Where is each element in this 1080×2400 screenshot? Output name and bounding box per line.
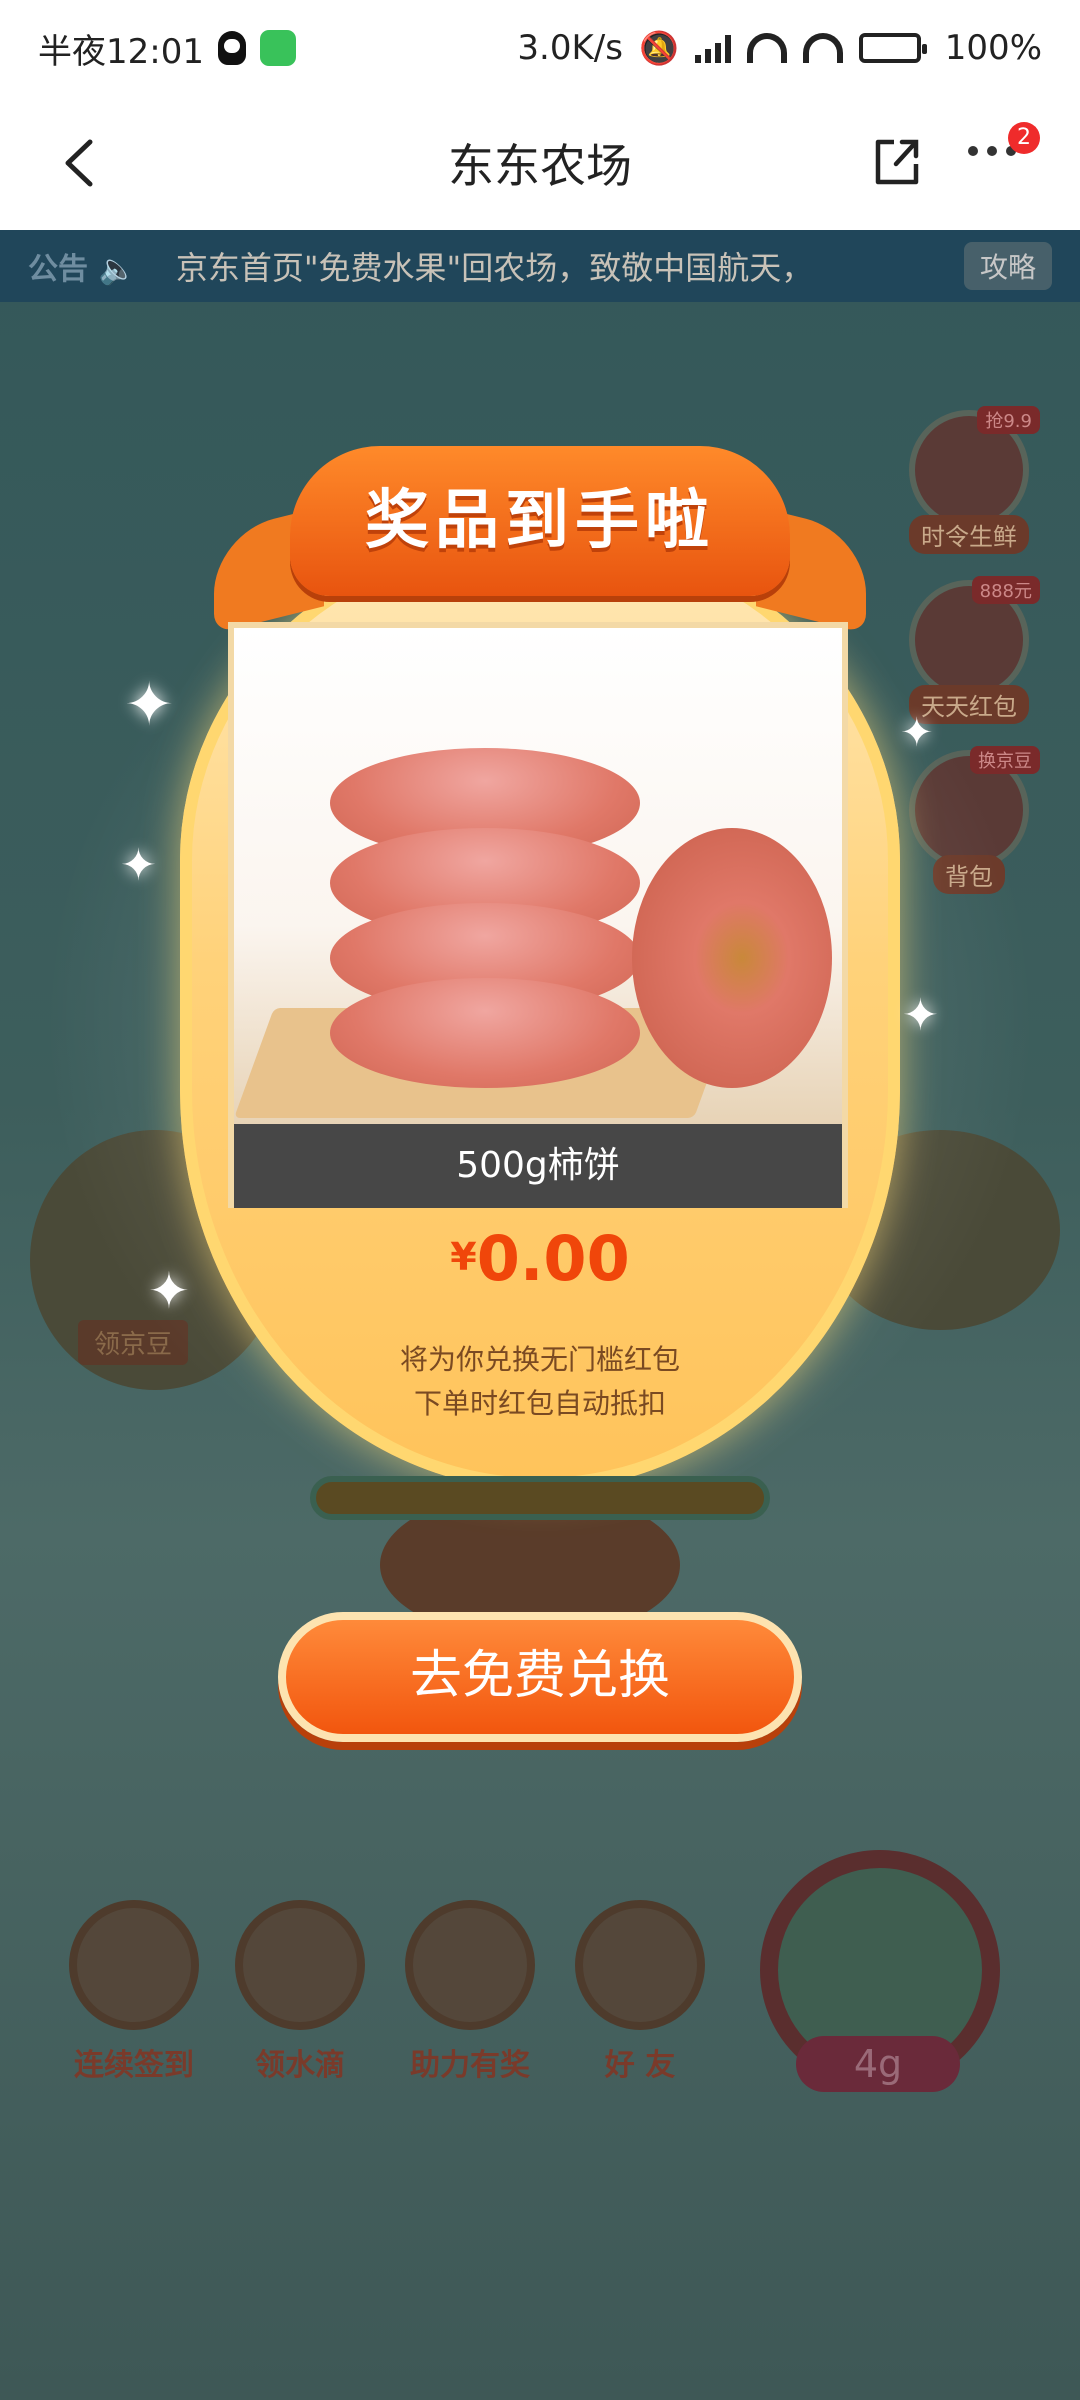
persimmon-cake bbox=[330, 978, 640, 1088]
battery-icon bbox=[858, 33, 927, 63]
water-amount: 4g bbox=[796, 2036, 960, 2092]
friends-icon bbox=[575, 1900, 705, 2030]
product-photo-frame: 500g柿饼 bbox=[228, 622, 848, 1208]
side-item-fresh[interactable]: 抢9.9 时令生鲜 bbox=[904, 406, 1040, 554]
price-value: 0.00 bbox=[476, 1222, 630, 1295]
title-bar: 东东农场 2 bbox=[0, 96, 1080, 230]
product-name: 500g柿饼 bbox=[234, 1124, 842, 1208]
currency-symbol: ¥ bbox=[450, 1235, 477, 1279]
status-time: 半夜12:01 bbox=[38, 31, 204, 72]
dock-friends[interactable]: 好 友 bbox=[570, 1900, 710, 2084]
free-redeem-button[interactable]: 去免费兑换 bbox=[278, 1612, 802, 1742]
water-drop-icon bbox=[235, 1900, 365, 2030]
dock-label: 助力有奖 bbox=[410, 2048, 530, 2083]
signal-icon bbox=[694, 33, 731, 63]
battery-level: 100% bbox=[944, 28, 1042, 68]
prize-price: ¥0.00 bbox=[180, 1222, 900, 1295]
calendar-icon bbox=[69, 1900, 199, 2030]
desc-line-1: 将为你兑换无门槛红包 bbox=[399, 1343, 680, 1376]
prize-description: 将为你兑换无门槛红包 下单时红包自动抵扣 bbox=[180, 1338, 900, 1426]
side-label: 时令生鲜 bbox=[909, 515, 1029, 554]
sparkle-icon: ✦ bbox=[124, 670, 175, 740]
chevron-left-icon[interactable] bbox=[60, 138, 100, 188]
guide-button[interactable]: 攻略 bbox=[963, 242, 1052, 290]
notice-text: 京东首页"免费水果"回农场，致敬中国航天， bbox=[175, 249, 814, 287]
sparkle-icon: ✦ bbox=[120, 840, 157, 891]
dock-assist[interactable]: 助力有奖 bbox=[400, 1900, 540, 2084]
dock-water[interactable]: 领水滴 bbox=[230, 1900, 370, 2084]
sparkle-icon: ✦ bbox=[900, 710, 934, 756]
status-bar: 半夜12:01 3.0K/s 🔕 100% bbox=[0, 0, 1080, 96]
side-tag: 换京豆 bbox=[970, 746, 1040, 774]
sparkle-icon: ✦ bbox=[148, 1262, 190, 1320]
prize-ribbon-title: 奖品到手啦 bbox=[290, 446, 790, 596]
wifi-icon-2 bbox=[802, 33, 843, 63]
side-tag: 抢9.9 bbox=[977, 406, 1040, 434]
desc-line-2: 下单时红包自动抵扣 bbox=[413, 1387, 666, 1420]
sparkle-icon: ✦ bbox=[902, 990, 939, 1041]
notification-badge: 2 bbox=[1008, 122, 1040, 154]
product-image bbox=[234, 628, 842, 1124]
wifi-icon bbox=[746, 33, 787, 63]
more-icon[interactable] bbox=[968, 146, 1016, 156]
mute-bell-icon: 🔕 bbox=[638, 29, 679, 67]
notice-bar: 公告 🔈 京东首页"免费水果"回农场，致敬中国航天， 攻略 bbox=[0, 230, 1080, 302]
dock-label: 连续签到 bbox=[74, 2048, 194, 2083]
app-notification-icon bbox=[259, 30, 296, 66]
dock-checkin[interactable]: 连续签到 bbox=[64, 1900, 204, 2084]
network-speed: 3.0K/s bbox=[517, 28, 623, 68]
gift-icon bbox=[405, 1900, 535, 2030]
speaker-icon: 🔈 bbox=[98, 252, 136, 287]
progress-bar bbox=[310, 1476, 770, 1520]
side-tag: 888元 bbox=[971, 576, 1040, 604]
qq-icon bbox=[217, 31, 246, 65]
persimmon-cake-side bbox=[632, 828, 832, 1088]
share-icon[interactable] bbox=[872, 134, 922, 188]
notice-label: 公告 🔈 bbox=[28, 252, 136, 287]
dock-label: 好 友 bbox=[604, 2048, 676, 2083]
dock-label: 领水滴 bbox=[255, 2048, 345, 2083]
